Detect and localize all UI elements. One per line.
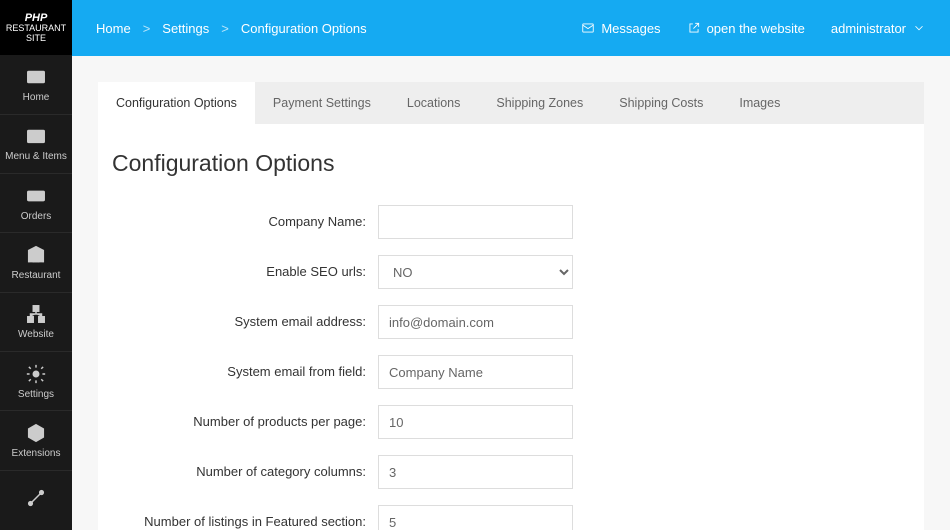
sidebar-item-more[interactable] — [0, 471, 72, 530]
tab-shipping-zones[interactable]: Shipping Zones — [478, 82, 601, 124]
sidebar: PHP RESTAURANT SITE Home Menu & Items Or… — [0, 0, 72, 530]
sidebar-item-label: Extensions — [12, 448, 61, 459]
input-featured[interactable] — [378, 505, 573, 530]
breadcrumb-settings[interactable]: Settings — [162, 21, 209, 36]
page-title: Configuration Options — [108, 150, 914, 177]
main: Configuration Options Payment Settings L… — [72, 56, 950, 530]
row-featured: Number of listings in Featured section: — [108, 505, 914, 530]
label-seo: Enable SEO urls: — [108, 264, 378, 281]
label-company-name: Company Name: — [108, 214, 378, 231]
breadcrumb-sep: > — [221, 21, 229, 36]
label-from-field: System email from field: — [108, 364, 378, 381]
label-featured: Number of listings in Featured section: — [108, 514, 378, 530]
tab-configuration[interactable]: Configuration Options — [98, 82, 255, 124]
chevron-down-icon — [912, 21, 926, 35]
sidebar-item-website[interactable]: Website — [0, 293, 72, 352]
sidebar-item-label: Restaurant — [12, 270, 61, 281]
row-company-name: Company Name: — [108, 205, 914, 239]
logo: PHP RESTAURANT SITE — [0, 0, 72, 55]
orders-icon — [25, 185, 47, 207]
select-seo[interactable]: NO — [378, 255, 573, 289]
sidebar-item-label: Website — [18, 329, 54, 340]
tab-locations[interactable]: Locations — [389, 82, 479, 124]
sidebar-item-restaurant[interactable]: Restaurant — [0, 233, 72, 292]
sidebar-item-menu[interactable]: Menu & Items — [0, 115, 72, 174]
user-label: administrator — [831, 21, 906, 36]
row-seo: Enable SEO urls: NO — [108, 255, 914, 289]
tab-shipping-costs[interactable]: Shipping Costs — [601, 82, 721, 124]
message-icon — [581, 21, 595, 35]
messages-link[interactable]: Messages — [581, 21, 660, 36]
breadcrumb: Home > Settings > Configuration Options — [96, 21, 367, 36]
menu-icon — [25, 125, 47, 147]
nodes-icon — [25, 487, 47, 509]
row-from-field: System email from field: — [108, 355, 914, 389]
top-right: Messages open the website administrator — [581, 21, 926, 36]
row-per-page: Number of products per page: — [108, 405, 914, 439]
sidebar-item-label: Menu & Items — [5, 151, 67, 162]
breadcrumb-home[interactable]: Home — [96, 21, 131, 36]
user-menu[interactable]: administrator — [831, 21, 926, 36]
row-system-email: System email address: — [108, 305, 914, 339]
box-icon — [25, 422, 47, 444]
sidebar-item-orders[interactable]: Orders — [0, 174, 72, 233]
input-per-page[interactable] — [378, 405, 573, 439]
open-website-link[interactable]: open the website — [687, 21, 805, 36]
messages-label: Messages — [601, 21, 660, 36]
input-company-name[interactable] — [378, 205, 573, 239]
card: Configuration Options Company Name: Enab… — [98, 124, 924, 530]
sidebar-item-label: Orders — [21, 211, 52, 222]
home-icon — [25, 66, 47, 88]
open-website-label: open the website — [707, 21, 805, 36]
external-icon — [687, 21, 701, 35]
topbar: Home > Settings > Configuration Options … — [72, 0, 950, 56]
logo-line3: SITE — [26, 34, 46, 44]
gear-icon — [25, 363, 47, 385]
sidebar-item-settings[interactable]: Settings — [0, 352, 72, 411]
breadcrumb-sep: > — [143, 21, 151, 36]
sidebar-item-home[interactable]: Home — [0, 55, 72, 114]
sidebar-item-extensions[interactable]: Extensions — [0, 411, 72, 470]
input-from-field[interactable] — [378, 355, 573, 389]
logo-line1: PHP — [25, 12, 48, 24]
input-cat-cols[interactable] — [378, 455, 573, 489]
label-per-page: Number of products per page: — [108, 414, 378, 431]
restaurant-icon — [25, 244, 47, 266]
tab-images[interactable]: Images — [721, 82, 798, 124]
sidebar-item-label: Home — [23, 92, 50, 103]
tabs: Configuration Options Payment Settings L… — [98, 82, 924, 124]
sidebar-item-label: Settings — [18, 389, 54, 400]
input-system-email[interactable] — [378, 305, 573, 339]
website-icon — [25, 303, 47, 325]
tab-payment[interactable]: Payment Settings — [255, 82, 389, 124]
label-system-email: System email address: — [108, 314, 378, 331]
row-cat-cols: Number of category columns: — [108, 455, 914, 489]
breadcrumb-current: Configuration Options — [241, 21, 367, 36]
label-cat-cols: Number of category columns: — [108, 464, 378, 481]
